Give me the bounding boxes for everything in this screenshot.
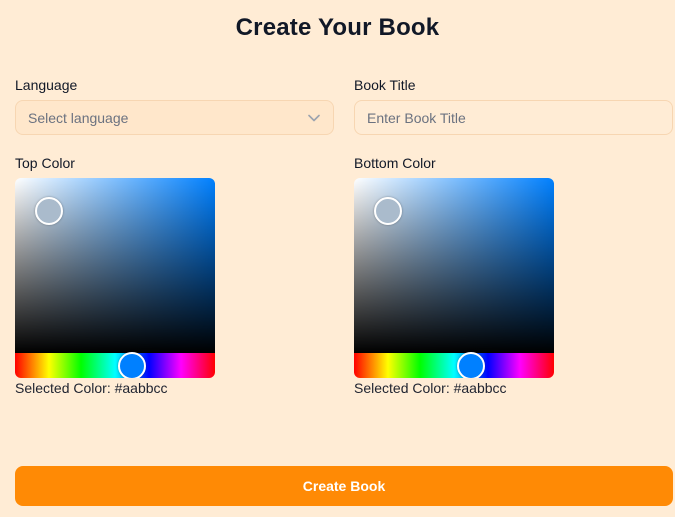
page-title: Create Your Book (235, 14, 440, 41)
top-color-hue-handle[interactable] (118, 352, 146, 378)
language-select-placeholder: Select language (28, 109, 129, 126)
top-color-label: Top Color (15, 155, 75, 171)
bottom-color-saturation-handle[interactable] (374, 197, 402, 225)
top-color-picker[interactable] (15, 178, 215, 378)
bottom-color-picker[interactable] (354, 178, 554, 378)
create-book-page: Create Your Book Language Select languag… (0, 0, 675, 517)
top-color-selected-text: Selected Color: #aabbcc (15, 380, 168, 396)
top-color-saturation-handle[interactable] (35, 197, 63, 225)
create-book-button[interactable]: Create Book (15, 466, 673, 506)
chevron-down-icon (307, 111, 321, 125)
book-title-label: Book Title (354, 77, 416, 93)
bottom-color-selected-text: Selected Color: #aabbcc (354, 380, 507, 396)
language-label: Language (15, 77, 78, 93)
top-color-hue-slider[interactable] (15, 353, 215, 378)
book-title-input[interactable] (354, 100, 673, 135)
bottom-color-hue-handle[interactable] (457, 352, 485, 378)
bottom-color-label: Bottom Color (354, 155, 436, 171)
bottom-color-hue-slider[interactable] (354, 353, 554, 378)
language-select[interactable]: Select language (15, 100, 334, 135)
